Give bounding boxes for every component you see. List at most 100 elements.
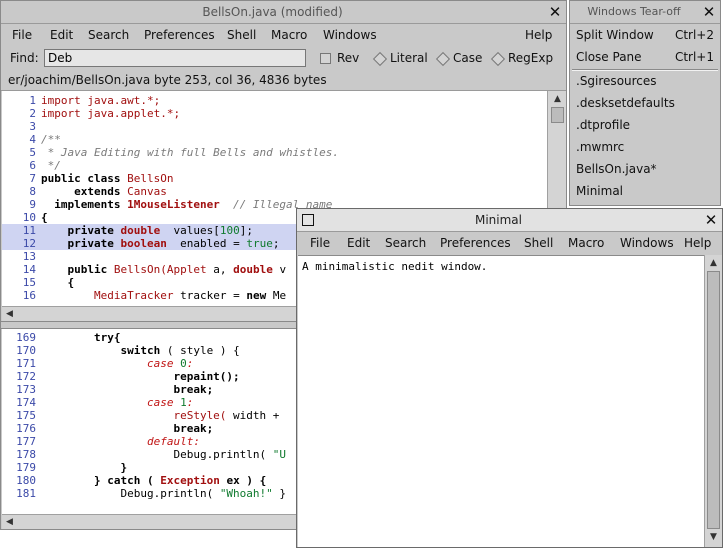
case-radio[interactable] [435, 51, 451, 67]
window-item[interactable]: .Sgiresources [576, 70, 714, 92]
line-number: 173 [16, 383, 36, 396]
line-text: */ [41, 159, 61, 172]
line-number: 12 [22, 237, 36, 250]
line-number: 178 [16, 448, 36, 461]
code-line: 5 * Java Editing with full Bells and whi… [2, 146, 547, 159]
scroll-up-icon[interactable]: ▲ [551, 93, 564, 106]
editor-titlebar[interactable]: BellsOn.java (modified) ✕ [1, 1, 566, 24]
minimal-text-area[interactable]: A minimalistic nedit window. [298, 255, 704, 547]
menu-edit[interactable]: Edit [50, 24, 73, 46]
menu-help[interactable]: Help [525, 24, 552, 46]
line-text: /** [41, 133, 61, 146]
line-number: 6 [29, 159, 36, 172]
line-number: 171 [16, 357, 36, 370]
editor-close-icon[interactable]: ✕ [545, 2, 565, 22]
case-label: Case [453, 51, 483, 65]
regexp-radio[interactable] [490, 51, 506, 67]
line-number: 4 [29, 133, 36, 146]
minimal-menubar: File Edit Search Preferences Shell Macro… [297, 232, 722, 254]
line-number: 11 [22, 224, 36, 237]
menu-file[interactable]: File [310, 232, 330, 254]
literal-radio[interactable] [372, 51, 388, 67]
scroll-thumb[interactable] [551, 107, 564, 123]
code-line: 7 public class BellsOn [2, 172, 547, 185]
window-item[interactable]: .dtprofile [576, 114, 714, 136]
line-number: 2 [29, 107, 36, 120]
menu-file[interactable]: File [12, 24, 32, 46]
menu-shell[interactable]: Shell [227, 24, 256, 46]
line-number: 15 [22, 276, 36, 289]
status-line: er/joachim/BellsOn.java byte 253, col 36… [1, 70, 566, 91]
menu-windows[interactable]: Windows [323, 24, 377, 46]
line-number: 170 [16, 344, 36, 357]
window-item[interactable]: .mwmrc [576, 136, 714, 158]
code-line: 2 import java.applet.*; [2, 107, 547, 120]
editor-menubar: File Edit Search Preferences Shell Macro… [1, 24, 566, 46]
tearoff-title: Windows Tear-off [587, 5, 681, 18]
line-number: 5 [29, 146, 36, 159]
window-item[interactable]: Minimal [576, 180, 714, 202]
menu-item-accel: Ctrl+1 [674, 50, 714, 64]
menu-search[interactable]: Search [385, 232, 426, 254]
scroll-up-icon[interactable]: ▲ [707, 257, 720, 270]
scroll-down-icon[interactable]: ▼ [707, 531, 720, 544]
find-label: Find: [10, 51, 39, 65]
line-number: 1 [29, 94, 36, 107]
menu-item-close-pane[interactable]: Close Pane Ctrl+1 [576, 46, 714, 68]
menu-search[interactable]: Search [88, 24, 129, 46]
line-number: 8 [29, 185, 36, 198]
line-number: 176 [16, 422, 36, 435]
line-text: import java.awt.*; [41, 94, 161, 107]
minimal-titlebar[interactable]: Minimal ✕ [297, 209, 722, 232]
line-number: 9 [29, 198, 36, 211]
scroll-left-icon[interactable]: ◀ [3, 516, 16, 529]
code-line: 1 import java.awt.*; [2, 94, 547, 107]
line-number: 13 [22, 250, 36, 263]
window-item[interactable]: .desksetdefaults [576, 92, 714, 114]
menu-shell[interactable]: Shell [524, 232, 553, 254]
minimal-vscroll[interactable]: ▲ ▼ [704, 255, 722, 547]
minimal-title: Minimal [474, 213, 522, 227]
window-item[interactable]: BellsOn.java* [576, 158, 714, 180]
line-number: 180 [16, 474, 36, 487]
line-number: 3 [29, 120, 36, 133]
rev-checkbox[interactable] [320, 53, 331, 64]
tearoff-close-icon[interactable]: ✕ [699, 2, 719, 22]
line-text: extends Canvas [41, 185, 167, 198]
menu-item-split-window[interactable]: Split Window Ctrl+2 [576, 24, 714, 46]
line-number: 10 [22, 211, 36, 224]
line-number: 16 [22, 289, 36, 302]
menu-item-label: Close Pane [576, 50, 642, 64]
line-text: * Java Editing with full Bells and whist… [41, 146, 340, 159]
scroll-thumb[interactable] [707, 271, 720, 529]
code-line: 6 */ [2, 159, 547, 172]
menu-macro[interactable]: Macro [568, 232, 604, 254]
line-text: public class BellsOn [41, 172, 174, 185]
line-text: import java.applet.*; [41, 107, 181, 120]
code-line: 8 extends Canvas [2, 185, 547, 198]
minimal-close-icon[interactable]: ✕ [701, 210, 721, 230]
find-bar: Find: Rev Literal Case RegExp [1, 48, 566, 70]
menu-item-label: Split Window [576, 28, 654, 42]
tearoff-titlebar[interactable]: Windows Tear-off ✕ [570, 1, 720, 24]
literal-label: Literal [390, 51, 428, 65]
menu-edit[interactable]: Edit [347, 232, 370, 254]
find-input[interactable] [44, 49, 306, 67]
regexp-label: RegExp [508, 51, 554, 65]
line-number: 179 [16, 461, 36, 474]
line-number: 177 [16, 435, 36, 448]
line-number: 7 [29, 172, 36, 185]
line-number: 181 [16, 487, 36, 500]
menu-preferences[interactable]: Preferences [144, 24, 215, 46]
menu-macro[interactable]: Macro [271, 24, 307, 46]
line-number: 169 [16, 331, 36, 344]
line-number: 172 [16, 370, 36, 383]
menu-windows[interactable]: Windows [620, 232, 674, 254]
scroll-left-icon[interactable]: ◀ [3, 308, 16, 321]
menu-item-accel: Ctrl+2 [674, 28, 714, 42]
menu-preferences[interactable]: Preferences [440, 232, 511, 254]
line-number: 175 [16, 409, 36, 422]
tearoff-window: Windows Tear-off ✕ Split Window Ctrl+2 C… [569, 0, 721, 206]
menu-help[interactable]: Help [684, 232, 711, 254]
code-line: 4 /** [2, 133, 547, 146]
